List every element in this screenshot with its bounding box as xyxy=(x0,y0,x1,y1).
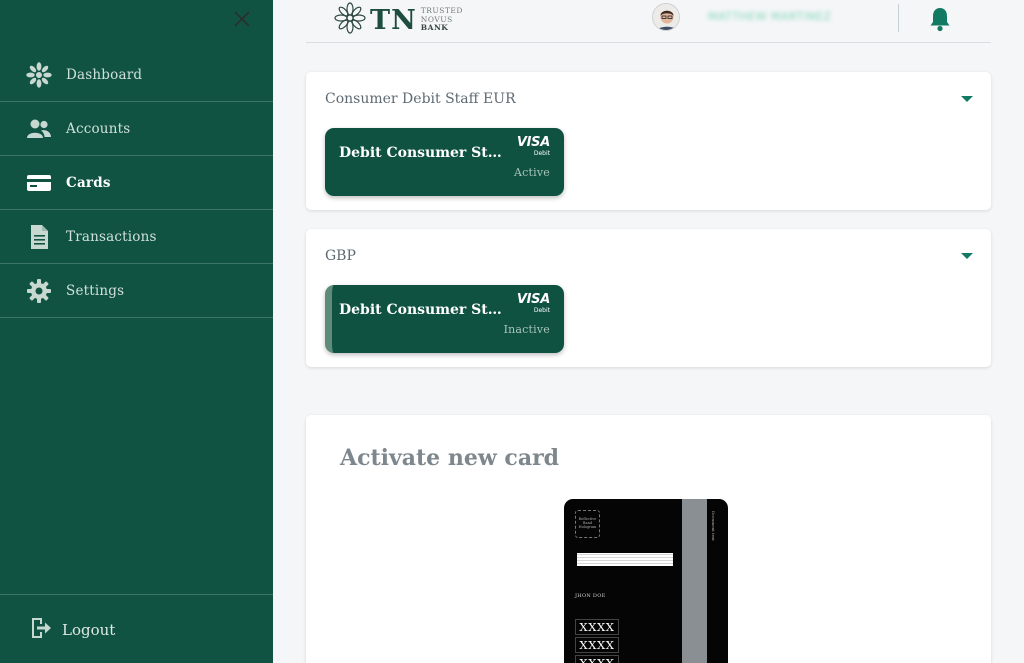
sidebar: Dashboard Accounts Cards Transactions Se… xyxy=(0,0,273,663)
close-icon[interactable] xyxy=(232,9,252,29)
gear-icon xyxy=(26,278,52,304)
logo-letters: TN xyxy=(370,4,417,36)
sidebar-item-accounts[interactable]: Accounts xyxy=(0,102,273,156)
logo-line-bank: BANK xyxy=(420,23,449,33)
sidebar-item-transactions[interactable]: Transactions xyxy=(0,210,273,264)
card-brand-sub: Debit xyxy=(533,307,550,314)
sidebar-item-label: Transactions xyxy=(66,228,157,245)
logout-label: Logout xyxy=(62,621,116,639)
card-group-panel: GBP Debit Consumer Staff GBP VISA Debit … xyxy=(306,229,991,367)
signature-strip xyxy=(577,553,673,566)
logout-icon xyxy=(30,616,52,644)
magnetic-stripe xyxy=(682,499,707,663)
logout-button[interactable]: Logout xyxy=(30,616,115,644)
header-divider xyxy=(898,4,899,32)
user-avatar[interactable] xyxy=(652,3,680,31)
sidebar-item-settings[interactable]: Settings xyxy=(0,264,273,318)
flower-logo-icon xyxy=(334,2,366,38)
card-brand: VISA xyxy=(516,292,550,307)
bell-icon[interactable] xyxy=(928,6,952,36)
visa-logo: VISA Debit xyxy=(516,135,550,158)
card-brand-sub: Debit xyxy=(533,150,550,157)
chevron-down-icon[interactable] xyxy=(961,96,973,102)
card-back-illustration: Reflective Band Hologram Document text J… xyxy=(564,499,728,663)
card-name: Debit Consumer Staff EUR xyxy=(339,145,504,161)
card-group-title: Consumer Debit Staff EUR xyxy=(325,91,516,107)
card-number-group: XXXX xyxy=(575,619,619,635)
debit-card-tile[interactable]: Debit Consumer Staff GBP VISA Debit Inac… xyxy=(325,285,564,353)
logo-subtitle: TRUSTED NOVUS BANK xyxy=(421,7,463,33)
card-side-text: Document text xyxy=(711,511,716,541)
credit-card-icon xyxy=(26,170,52,196)
sidebar-item-dashboard[interactable]: Dashboard xyxy=(0,48,273,102)
sidebar-item-label: Dashboard xyxy=(66,66,143,83)
sidebar-item-cards[interactable]: Cards xyxy=(0,156,273,210)
user-name[interactable]: MATTHEW MARTINEZ xyxy=(708,10,832,23)
users-icon xyxy=(26,116,52,142)
bank-logo[interactable]: TN TRUSTED NOVUS BANK xyxy=(334,2,463,38)
debit-card-tile[interactable]: Debit Consumer Staff EUR VISA Debit Acti… xyxy=(325,128,564,196)
sidebar-item-label: Settings xyxy=(66,282,125,299)
dashboard-icon xyxy=(26,61,52,88)
chevron-down-icon[interactable] xyxy=(961,253,973,259)
card-status: Inactive xyxy=(503,323,550,336)
card-name: Debit Consumer Staff GBP xyxy=(339,302,504,318)
hologram-box: Reflective Band Hologram xyxy=(575,510,600,538)
sidebar-item-label: Accounts xyxy=(66,120,131,137)
sidebar-nav: Dashboard Accounts Cards Transactions Se… xyxy=(0,48,273,318)
sidebar-item-label: Cards xyxy=(66,174,111,191)
card-status: Active xyxy=(514,166,550,179)
top-header: TN TRUSTED NOVUS BANK MATTHEW MARTINEZ xyxy=(306,0,991,43)
card-group-panel: Consumer Debit Staff EUR Debit Consumer … xyxy=(306,72,991,210)
document-icon xyxy=(26,224,52,250)
card-number-group: XXXX xyxy=(575,637,619,653)
activate-card-title: Activate new card xyxy=(340,445,560,471)
card-holder-name: JHON DOE xyxy=(575,593,606,599)
card-brand: VISA xyxy=(516,135,550,150)
card-group-title: GBP xyxy=(325,248,356,264)
activate-card-panel: Activate new card Reflective Band Hologr… xyxy=(306,415,991,663)
card-number-group: XXXX xyxy=(575,655,619,663)
visa-logo: VISA Debit xyxy=(516,292,550,315)
sidebar-divider xyxy=(0,594,273,595)
